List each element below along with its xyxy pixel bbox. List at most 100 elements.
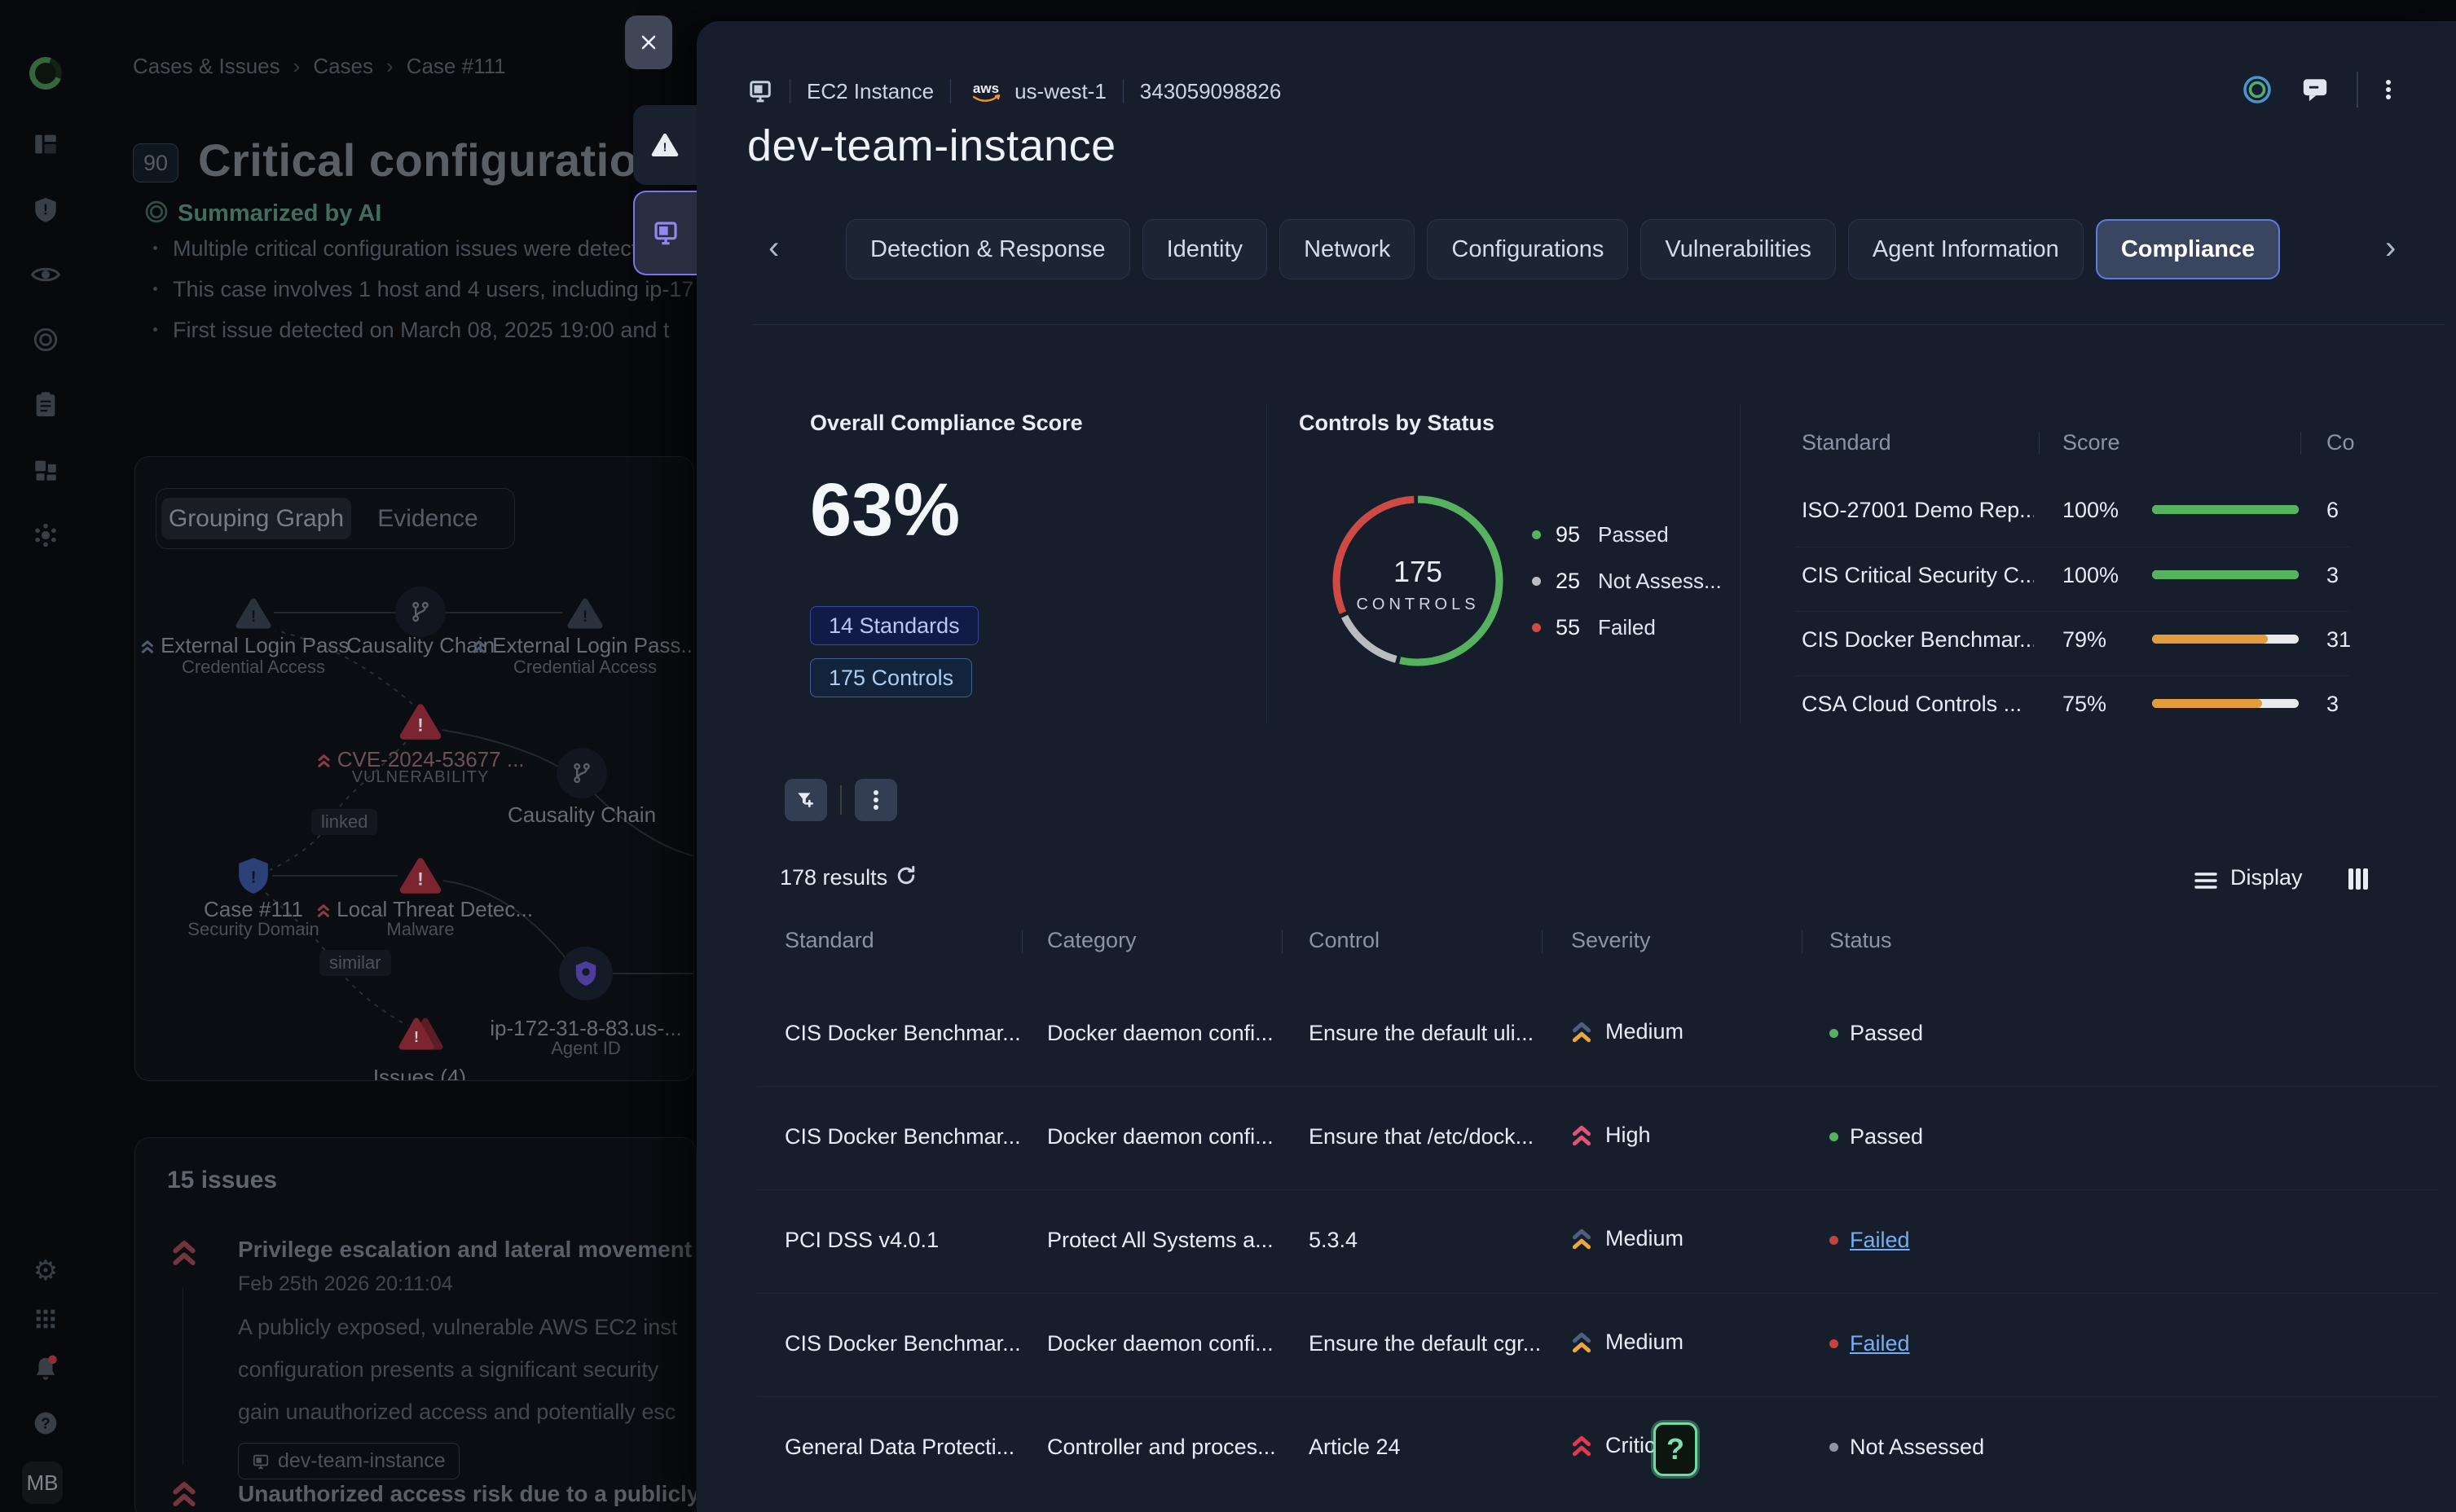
graph-node-vulnerability-icon[interactable]: ! bbox=[398, 701, 442, 746]
ai-bullet: First issue detected on March 08, 2025 1… bbox=[173, 318, 697, 343]
filter-button[interactable] bbox=[785, 779, 827, 821]
standards-col-controls[interactable]: Co bbox=[2326, 430, 2355, 455]
graph-node-causality-icon[interactable] bbox=[557, 748, 607, 798]
cell-control: Ensure that /etc/dock... bbox=[1309, 1124, 1545, 1149]
sidebar-sparkle-icon[interactable] bbox=[28, 521, 64, 549]
standards-count-badge[interactable]: 14 Standards bbox=[810, 606, 979, 645]
col-severity[interactable]: Severity bbox=[1571, 928, 1651, 953]
table-row[interactable]: General Data Protecti... Controller and … bbox=[697, 1431, 2456, 1467]
graph-node-warning-icon[interactable]: ! bbox=[235, 596, 272, 635]
graph-node-agent-icon[interactable] bbox=[559, 947, 613, 1000]
standard-name[interactable]: CIS Docker Benchmar... bbox=[1802, 627, 2034, 653]
svg-text:?: ? bbox=[41, 1415, 50, 1432]
standard-name[interactable]: ISO-27001 Demo Rep... bbox=[1802, 498, 2034, 523]
table-row[interactable]: CIS Docker Benchmar... Docker daemon con… bbox=[697, 1018, 2456, 1053]
graph-node-label: Causality Chain bbox=[508, 802, 656, 828]
severity-icon bbox=[1571, 1434, 1592, 1458]
display-button[interactable]: Display bbox=[2230, 865, 2303, 890]
breadcrumb-cases-issues[interactable]: Cases & Issues bbox=[133, 54, 280, 79]
tabs-scroll-right-icon[interactable]: › bbox=[2385, 231, 2396, 264]
col-status[interactable]: Status bbox=[1829, 928, 1892, 953]
results-count: 178 results bbox=[780, 865, 887, 890]
graph-node-causality-icon[interactable] bbox=[395, 587, 446, 637]
alert-triangle-icon: ! bbox=[651, 132, 679, 158]
panel-rail-asset-tab-active[interactable] bbox=[633, 191, 697, 275]
breadcrumb-separator: › bbox=[293, 54, 301, 79]
sidebar-shield-alert-icon[interactable]: ! bbox=[28, 196, 64, 223]
asset-detail-panel: EC2 Instance aws us-west-1 343059098826 … bbox=[697, 21, 2456, 1512]
cell-standard: CIS Docker Benchmar... bbox=[785, 1124, 1021, 1149]
issues-heading: 15 issues bbox=[167, 1167, 277, 1194]
sidebar-clipboard-icon[interactable] bbox=[28, 391, 64, 419]
sidebar-target-icon[interactable] bbox=[28, 326, 64, 354]
standard-name[interactable]: CIS Critical Security C... bbox=[1802, 563, 2034, 588]
issue-title[interactable]: Unauthorized access risk due to a public… bbox=[238, 1481, 696, 1507]
breadcrumb-cases[interactable]: Cases bbox=[313, 54, 373, 79]
issue-description-line: configuration presents a significant sec… bbox=[238, 1357, 696, 1382]
table-row[interactable]: CIS Docker Benchmar... Docker daemon con… bbox=[697, 1328, 2456, 1364]
standards-col-score[interactable]: Score bbox=[2062, 430, 2120, 455]
close-icon bbox=[640, 33, 658, 51]
tab-network[interactable]: Network bbox=[1279, 219, 1415, 279]
graph-node-case-shield-icon[interactable]: ! bbox=[235, 855, 271, 900]
cell-category: Docker daemon confi... bbox=[1047, 1124, 1283, 1149]
table-row[interactable]: CIS Docker Benchmar... Docker daemon con… bbox=[697, 1121, 2456, 1157]
cell-status: Failed bbox=[1829, 1228, 1910, 1253]
compliance-score-value: 63% bbox=[810, 468, 960, 553]
app-logo[interactable] bbox=[24, 51, 67, 94]
col-control[interactable]: Control bbox=[1309, 928, 1380, 953]
legend-item-not-assessed: 25 Not Assess... bbox=[1532, 566, 1722, 596]
tab-configurations[interactable]: Configurations bbox=[1427, 219, 1628, 279]
chat-icon[interactable] bbox=[2301, 76, 2329, 103]
asset-tag-chip[interactable]: dev-team-instance bbox=[238, 1443, 460, 1479]
table-row[interactable]: PCI DSS v4.0.1 Protect All Systems a... … bbox=[697, 1224, 2456, 1260]
display-icon bbox=[2194, 872, 2217, 890]
panel-rail-alerts-tab[interactable]: ! bbox=[633, 105, 697, 185]
breadcrumb-case-111[interactable]: Case #111 bbox=[407, 54, 506, 79]
avatar[interactable]: MB bbox=[22, 1461, 63, 1504]
cell-status: Failed bbox=[1829, 1331, 1910, 1356]
standards-col-standard[interactable]: Standard bbox=[1802, 430, 1891, 455]
columns-icon[interactable] bbox=[2348, 867, 2369, 891]
cell-severity: High bbox=[1571, 1123, 1651, 1148]
status-failed-link[interactable]: Failed bbox=[1850, 1331, 1910, 1356]
controls-count-badge[interactable]: 175 Controls bbox=[810, 658, 972, 697]
panel-kebab-menu[interactable] bbox=[2386, 77, 2391, 102]
graph-node-threat-icon[interactable]: ! bbox=[398, 855, 442, 900]
divider bbox=[758, 1086, 2440, 1087]
tab-vulnerabilities[interactable]: Vulnerabilities bbox=[1640, 219, 1835, 279]
tabs-scroll-left-icon[interactable]: ‹ bbox=[768, 231, 779, 264]
issue-title[interactable]: Privilege escalation and lateral movemen… bbox=[238, 1237, 696, 1263]
col-standard[interactable]: Standard bbox=[785, 928, 874, 953]
asset-header: EC2 Instance aws us-west-1 343059098826 bbox=[747, 68, 1281, 114]
close-panel-button[interactable] bbox=[625, 15, 672, 69]
graph-node-sublabel: VULNERABILITY bbox=[352, 768, 490, 787]
help-icon[interactable]: ? bbox=[28, 1410, 64, 1436]
standard-name[interactable]: CSA Cloud Controls ... bbox=[1802, 692, 2034, 717]
divider bbox=[1123, 79, 1124, 103]
donut-total: 175 bbox=[1328, 555, 1507, 589]
table-kebab-menu[interactable] bbox=[855, 779, 897, 821]
sidebar-blocks-icon[interactable] bbox=[28, 456, 64, 484]
tab-agent-information[interactable]: Agent Information bbox=[1848, 219, 2084, 279]
ai-rings-icon[interactable] bbox=[2241, 73, 2273, 106]
filter-plus-icon bbox=[795, 789, 816, 811]
svg-text:!: ! bbox=[417, 869, 423, 890]
refresh-icon[interactable] bbox=[894, 864, 918, 888]
score-bar bbox=[2152, 635, 2299, 644]
tab-compliance[interactable]: Compliance bbox=[2096, 219, 2280, 279]
score-bar bbox=[2152, 505, 2299, 514]
graph-node-warning-icon[interactable]: ! bbox=[566, 596, 604, 635]
notifications-bell-icon[interactable] bbox=[28, 1355, 64, 1382]
tab-identity[interactable]: Identity bbox=[1142, 219, 1268, 279]
account-id: 343059098826 bbox=[1140, 79, 1282, 104]
col-category[interactable]: Category bbox=[1047, 928, 1137, 953]
status-failed-link[interactable]: Failed bbox=[1850, 1228, 1910, 1253]
sidebar-dashboard-icon[interactable] bbox=[28, 130, 64, 158]
settings-gear-icon[interactable]: ⚙ bbox=[28, 1255, 64, 1287]
sidebar-eye-icon[interactable] bbox=[28, 262, 64, 287]
apps-grid-icon[interactable] bbox=[28, 1307, 64, 1331]
graph-node-issues-icon[interactable]: ! bbox=[396, 1013, 445, 1059]
tab-detection-response[interactable]: Detection & Response bbox=[846, 219, 1130, 279]
divider bbox=[1266, 404, 1267, 723]
